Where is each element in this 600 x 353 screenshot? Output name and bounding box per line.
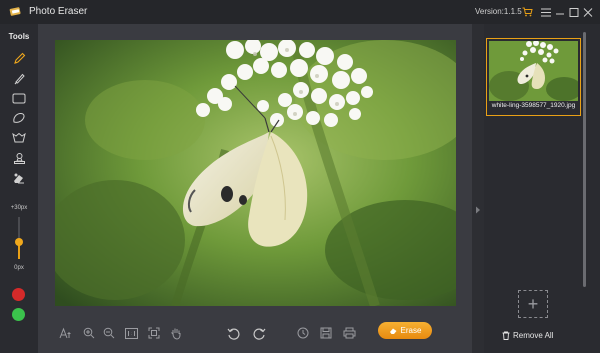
tool-magic-wand[interactable] bbox=[10, 130, 28, 146]
panel-collapse-handle[interactable] bbox=[472, 24, 484, 353]
tool-pencil[interactable] bbox=[10, 50, 28, 66]
image-thumbnail-card[interactable]: white-ling-3598577_1920.jpg bbox=[486, 38, 581, 116]
menu-icon bbox=[541, 8, 551, 16]
clock-icon bbox=[297, 327, 309, 339]
zoom-in-icon bbox=[83, 327, 95, 339]
hand-icon bbox=[171, 328, 181, 340]
maximize-icon bbox=[569, 7, 579, 17]
brush-size-min-label: 0px bbox=[14, 265, 24, 271]
tool-rectangle[interactable] bbox=[10, 90, 28, 106]
version-label: Version:1.1.5 bbox=[475, 7, 522, 16]
redo-button[interactable] bbox=[252, 326, 266, 340]
tool-lasso[interactable] bbox=[10, 110, 28, 126]
tools-panel: Tools +30px 0px bbox=[0, 24, 38, 353]
image-list-scrollbar[interactable] bbox=[583, 32, 586, 287]
rectangle-icon bbox=[12, 93, 26, 103]
erase-icon bbox=[389, 328, 397, 334]
tools-label: Tools bbox=[8, 32, 30, 41]
brush-size-max-label: +30px bbox=[10, 205, 28, 211]
lasso-icon bbox=[13, 112, 25, 123]
butterfly-photo bbox=[55, 40, 456, 306]
undo-button[interactable] bbox=[226, 326, 240, 340]
actual-size-button[interactable] bbox=[124, 326, 138, 340]
eraser-icon bbox=[14, 173, 24, 183]
menu-button[interactable] bbox=[539, 5, 553, 19]
zoom-out-button[interactable] bbox=[102, 326, 116, 340]
image-list-panel: white-ling-3598577_1920.jpg + Remove All bbox=[484, 24, 600, 353]
image-thumbnail bbox=[489, 41, 578, 101]
stamp-icon bbox=[13, 152, 25, 164]
plus-icon: + bbox=[527, 293, 539, 314]
text-size-icon bbox=[59, 327, 71, 339]
redo-icon bbox=[252, 328, 265, 340]
brush-icon bbox=[14, 73, 25, 84]
thumbnail-photo bbox=[489, 41, 578, 101]
tool-brush[interactable] bbox=[10, 70, 28, 86]
cart-button[interactable] bbox=[520, 5, 534, 19]
zoom-in-button[interactable] bbox=[82, 326, 96, 340]
canvas-area: Erase bbox=[38, 24, 472, 353]
erase-label: Erase bbox=[400, 326, 422, 335]
app-logo-icon bbox=[9, 7, 21, 16]
magic-wand-icon bbox=[12, 132, 26, 143]
app-title: Photo Eraser bbox=[29, 6, 88, 17]
save-icon bbox=[320, 327, 332, 339]
cart-icon bbox=[522, 7, 533, 17]
fit-screen-icon bbox=[148, 327, 160, 339]
tool-eraser[interactable] bbox=[10, 170, 28, 186]
maximize-button[interactable] bbox=[567, 5, 581, 19]
print-button[interactable] bbox=[342, 326, 356, 340]
history-button[interactable] bbox=[296, 326, 310, 340]
add-image-button[interactable]: + bbox=[518, 290, 548, 318]
minimize-button[interactable] bbox=[553, 5, 567, 19]
title-bar: Photo Eraser Version:1.1.5 bbox=[0, 0, 600, 24]
minimize-icon bbox=[556, 13, 564, 14]
trash-icon bbox=[502, 331, 510, 340]
bottom-toolbar: Erase bbox=[38, 314, 472, 353]
actual-size-icon bbox=[124, 327, 138, 339]
remove-all-button[interactable]: Remove All bbox=[502, 329, 572, 341]
close-icon bbox=[583, 7, 593, 17]
printer-icon bbox=[343, 327, 355, 339]
tool-stamp[interactable] bbox=[10, 150, 28, 166]
zoom-out-icon bbox=[103, 327, 115, 339]
color-swatch-green[interactable] bbox=[12, 308, 25, 321]
photo-canvas[interactable] bbox=[55, 40, 456, 306]
fit-screen-button[interactable] bbox=[147, 326, 161, 340]
color-swatch-red[interactable] bbox=[12, 288, 25, 301]
brush-size-handle[interactable] bbox=[15, 238, 23, 247]
close-button[interactable] bbox=[581, 5, 595, 19]
text-size-button[interactable] bbox=[59, 326, 73, 340]
pan-button[interactable] bbox=[169, 326, 183, 340]
remove-all-label: Remove All bbox=[513, 330, 554, 340]
undo-icon bbox=[227, 328, 240, 340]
chevron-right-icon bbox=[476, 206, 480, 214]
save-button[interactable] bbox=[319, 326, 333, 340]
pencil-icon bbox=[13, 52, 25, 64]
thumbnail-filename: white-ling-3598577_1920.jpg bbox=[491, 102, 576, 109]
erase-button[interactable]: Erase bbox=[378, 322, 432, 339]
